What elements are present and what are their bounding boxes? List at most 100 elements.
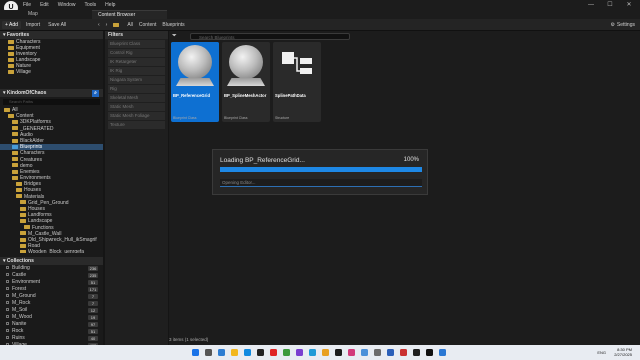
- collection-checkbox[interactable]: [6, 315, 9, 319]
- asset-tile[interactable]: BP_SplineMeshActor Blueprint Class: [222, 42, 270, 122]
- save-all-button[interactable]: Save All: [45, 21, 69, 29]
- maximize-button[interactable]: ☐: [603, 0, 617, 10]
- collection-checkbox[interactable]: [6, 280, 9, 284]
- app-icon[interactable]: [283, 349, 290, 356]
- settings-button[interactable]: ⚙ Settings: [610, 19, 635, 31]
- tree-item-label: Grid_Pen_Ground: [28, 199, 69, 206]
- collection-checkbox[interactable]: [6, 266, 9, 270]
- task-view-icon[interactable]: [218, 349, 225, 356]
- collection-checkbox[interactable]: [6, 287, 9, 291]
- collection-checkbox[interactable]: [6, 329, 9, 333]
- favorites-header[interactable]: ▾ Favorites: [0, 31, 103, 39]
- filter-item[interactable]: Control Rig: [108, 49, 165, 57]
- filter-list: Blueprint Class Control Rig IK Retargeter I…: [105, 40, 168, 129]
- collection-count-badge: 97: [88, 322, 98, 327]
- app-icon[interactable]: [296, 349, 303, 356]
- app-icon[interactable]: [413, 349, 420, 356]
- breadcrumb-all[interactable]: All: [127, 22, 133, 28]
- collection-item[interactable]: Environment 51: [0, 279, 103, 286]
- tab-map[interactable]: Map: [22, 10, 44, 19]
- collection-count-badge: 7: [88, 294, 98, 299]
- asset-search-input[interactable]: Search Blueprints: [190, 33, 350, 40]
- filter-item[interactable]: Texture: [108, 121, 165, 129]
- app-icon[interactable]: [439, 349, 446, 356]
- filter-item[interactable]: IK Retargeter: [108, 58, 165, 66]
- filters-title: Filters: [108, 32, 124, 38]
- unreal-taskbar-icon[interactable]: [426, 349, 433, 356]
- app-icon[interactable]: [257, 349, 264, 356]
- collection-item[interactable]: M_Ground 7: [0, 293, 103, 300]
- project-header[interactable]: ▾ KindomOfChaos ⌕: [0, 89, 103, 97]
- menu-file[interactable]: File: [23, 2, 31, 8]
- folder-icon: [8, 57, 14, 62]
- app-icon[interactable]: [400, 349, 407, 356]
- filter-item[interactable]: Niagara System: [108, 76, 165, 84]
- clock[interactable]: 8:30 PM 2/27/2025: [614, 347, 632, 357]
- app-icon[interactable]: [322, 349, 329, 356]
- tab-content-browser[interactable]: Content Browser: [92, 10, 167, 19]
- asset-type: Blueprint Class: [224, 116, 248, 120]
- filter-item[interactable]: Static Mesh Foliage: [108, 112, 165, 120]
- youtube-icon[interactable]: [270, 349, 277, 356]
- collection-item[interactable]: Nanite 97: [0, 321, 103, 328]
- collection-item[interactable]: Forest 171: [0, 286, 103, 293]
- collection-item[interactable]: M_Soil 12: [0, 307, 103, 314]
- path-search-input[interactable]: Search Paths: [3, 99, 100, 105]
- collections-header[interactable]: ▾ Collections: [0, 257, 103, 265]
- collection-name: M_Wood: [12, 314, 32, 320]
- close-button[interactable]: ✕: [622, 0, 636, 10]
- favorite-label: Village: [16, 69, 31, 75]
- app-icon[interactable]: [348, 349, 355, 356]
- explorer-icon[interactable]: [231, 349, 238, 356]
- collection-checkbox[interactable]: [6, 273, 9, 277]
- tray-language[interactable]: ENG: [597, 350, 606, 355]
- filter-item[interactable]: Static Mesh: [108, 103, 165, 111]
- collection-item[interactable]: Rock 51: [0, 328, 103, 335]
- folder-icon: [20, 212, 26, 217]
- start-icon[interactable]: [192, 349, 199, 356]
- breadcrumb: ‹ › All Content Blueprints: [98, 19, 191, 31]
- collection-name: Nanite: [12, 321, 27, 327]
- breadcrumb-blueprints[interactable]: Blueprints: [162, 22, 184, 28]
- filter-item[interactable]: Blueprint Class: [108, 40, 165, 48]
- app-icon[interactable]: [335, 349, 342, 356]
- breadcrumb-content[interactable]: Content: [139, 22, 157, 28]
- filter-item[interactable]: Skeletal Mesh: [108, 94, 165, 102]
- collection-checkbox[interactable]: [6, 336, 9, 340]
- menu-help[interactable]: Help: [105, 2, 115, 8]
- menu-tools[interactable]: Tools: [84, 2, 96, 8]
- nav-back-icon[interactable]: ‹: [98, 22, 100, 28]
- asset-name: SplinePathData: [275, 93, 306, 98]
- collection-checkbox[interactable]: [6, 322, 9, 326]
- import-button[interactable]: Import: [23, 21, 43, 29]
- menu-window[interactable]: Window: [58, 2, 76, 8]
- menu-edit[interactable]: Edit: [40, 2, 49, 8]
- collection-count-badge: 51: [88, 329, 98, 334]
- asset-tile[interactable]: BP_ReferenceGrid Blueprint Class: [171, 42, 219, 122]
- search-taskbar-icon[interactable]: [205, 349, 212, 356]
- collection-count-badge: 12: [88, 308, 98, 313]
- nav-forward-icon[interactable]: ›: [106, 22, 108, 28]
- app-icon[interactable]: [309, 349, 316, 356]
- collection-item[interactable]: M_Rock 7: [0, 300, 103, 307]
- collection-checkbox[interactable]: [6, 301, 9, 305]
- collection-item[interactable]: Castle 235: [0, 272, 103, 279]
- filter-item[interactable]: IK Rig: [108, 67, 165, 75]
- folder-icon: [16, 194, 22, 199]
- collection-checkbox[interactable]: [6, 308, 9, 312]
- minimize-button[interactable]: —: [584, 0, 598, 10]
- filter-item[interactable]: Rig: [108, 85, 165, 93]
- app-icon[interactable]: [361, 349, 368, 356]
- add-button[interactable]: + Add: [2, 20, 21, 29]
- collection-item[interactable]: Building 236: [0, 265, 103, 272]
- tree-item[interactable]: Wooden_Block_uenrgefa: [0, 249, 103, 253]
- app-icon[interactable]: [387, 349, 394, 356]
- filter-icon[interactable]: ⏷: [172, 33, 177, 40]
- asset-tile[interactable]: SplinePathData Structure: [273, 42, 321, 122]
- collection-checkbox[interactable]: [6, 294, 9, 298]
- collection-item[interactable]: M_Wood 19: [0, 314, 103, 321]
- search-icon[interactable]: ⌕: [92, 89, 99, 97]
- edge-icon[interactable]: [244, 349, 251, 356]
- collection-item[interactable]: Ruins 40: [0, 335, 103, 342]
- app-icon[interactable]: [374, 349, 381, 356]
